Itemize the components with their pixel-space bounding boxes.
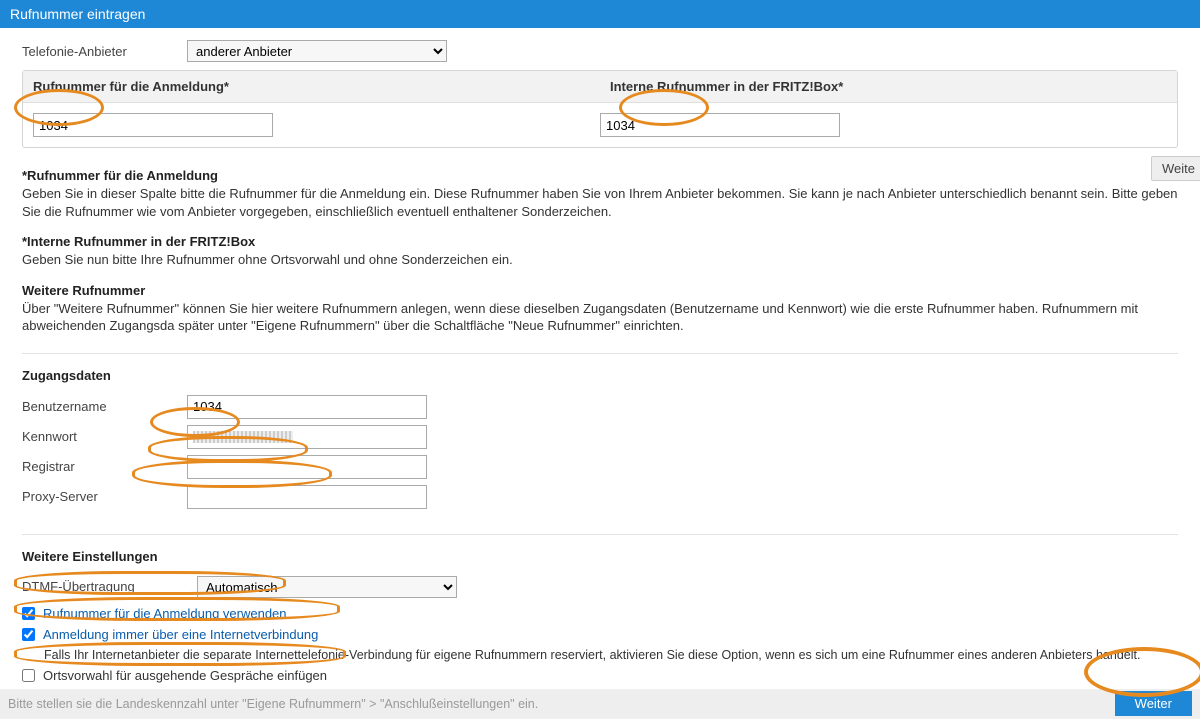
chk-internet-login[interactable] [22,628,35,641]
provider-label: Telefonie-Anbieter [22,44,187,59]
help-heading-2: *Interne Rufnummer in der FRITZ!Box [22,234,1178,249]
credentials-title: Zugangsdaten [22,368,1178,383]
chk-area-code[interactable] [22,669,35,682]
number-table: Rufnummer für die Anmeldung* Interne Ruf… [22,70,1178,148]
help-text-2: Geben Sie nun bitte Ihre Rufnummer ohne … [22,251,1178,269]
weiter-button-side[interactable]: Weite [1151,156,1200,181]
internal-number-input[interactable] [600,113,840,137]
weiter-button[interactable]: Weiter [1115,691,1192,716]
chk-area-code-label[interactable]: Ortsvorwahl für ausgehende Gespräche ein… [43,668,327,683]
provider-select[interactable]: anderer Anbieter [187,40,447,62]
help-heading-1: *Rufnummer für die Anmeldung [22,168,1178,183]
col-head-login-number: Rufnummer für die Anmeldung* [23,71,600,102]
registrar-label: Registrar [22,459,187,474]
username-input[interactable] [187,395,427,419]
chk-internet-login-label[interactable]: Anmeldung immer über eine Internetverbin… [43,627,318,642]
help-text-1: Geben Sie in dieser Spalte bitte die Ruf… [22,185,1178,220]
panel-title: Rufnummer eintragen [10,6,145,22]
chk-internet-login-help: Falls Ihr Internetanbieter die separate … [44,648,1178,662]
help-heading-3: Weitere Rufnummer [22,283,1178,298]
footer-hint-bar: Bitte stellen sie die Landeskennzahl unt… [0,689,1200,719]
panel-header: Rufnummer eintragen [0,0,1200,28]
password-label: Kennwort [22,429,187,444]
chk-login-number[interactable] [22,607,35,620]
dtmf-select[interactable]: Automatisch [197,576,457,598]
username-label: Benutzername [22,399,187,414]
login-number-input[interactable] [33,113,273,137]
more-settings-title: Weitere Einstellungen [22,549,1178,564]
proxy-input[interactable] [187,485,427,509]
col-head-internal-number: Interne Rufnummer in der FRITZ!Box* [600,71,1177,102]
help-text-3: Über "Weitere Rufnummer" können Sie hier… [22,300,1178,335]
chk-login-number-label[interactable]: Rufnummer für die Anmeldung verwenden [43,606,287,621]
footer-hint-text: Bitte stellen sie die Landeskennzahl unt… [8,697,538,711]
dtmf-label: DTMF-Übertragung [22,579,197,594]
proxy-label: Proxy-Server [22,489,187,504]
